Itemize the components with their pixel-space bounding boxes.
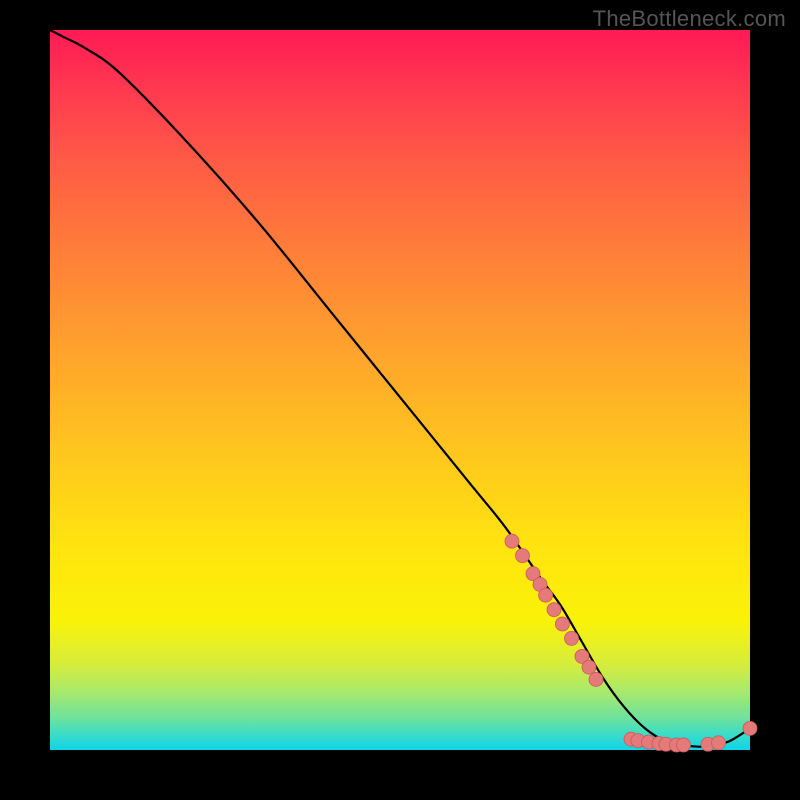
hardware-dots: [505, 534, 757, 752]
bottleneck-curve: [50, 30, 750, 747]
data-point: [677, 738, 691, 752]
data-point: [539, 588, 553, 602]
data-point: [582, 660, 596, 674]
data-point: [516, 549, 530, 563]
curve-svg: [50, 30, 750, 750]
chart-wrapper: TheBottleneck.com: [0, 0, 800, 800]
data-point: [743, 721, 757, 735]
plot-area: [50, 30, 750, 750]
data-point: [589, 672, 603, 686]
data-point: [712, 736, 726, 750]
data-point: [565, 631, 579, 645]
data-point: [547, 603, 561, 617]
data-point: [505, 534, 519, 548]
data-point: [555, 617, 569, 631]
watermark-text: TheBottleneck.com: [593, 6, 786, 32]
